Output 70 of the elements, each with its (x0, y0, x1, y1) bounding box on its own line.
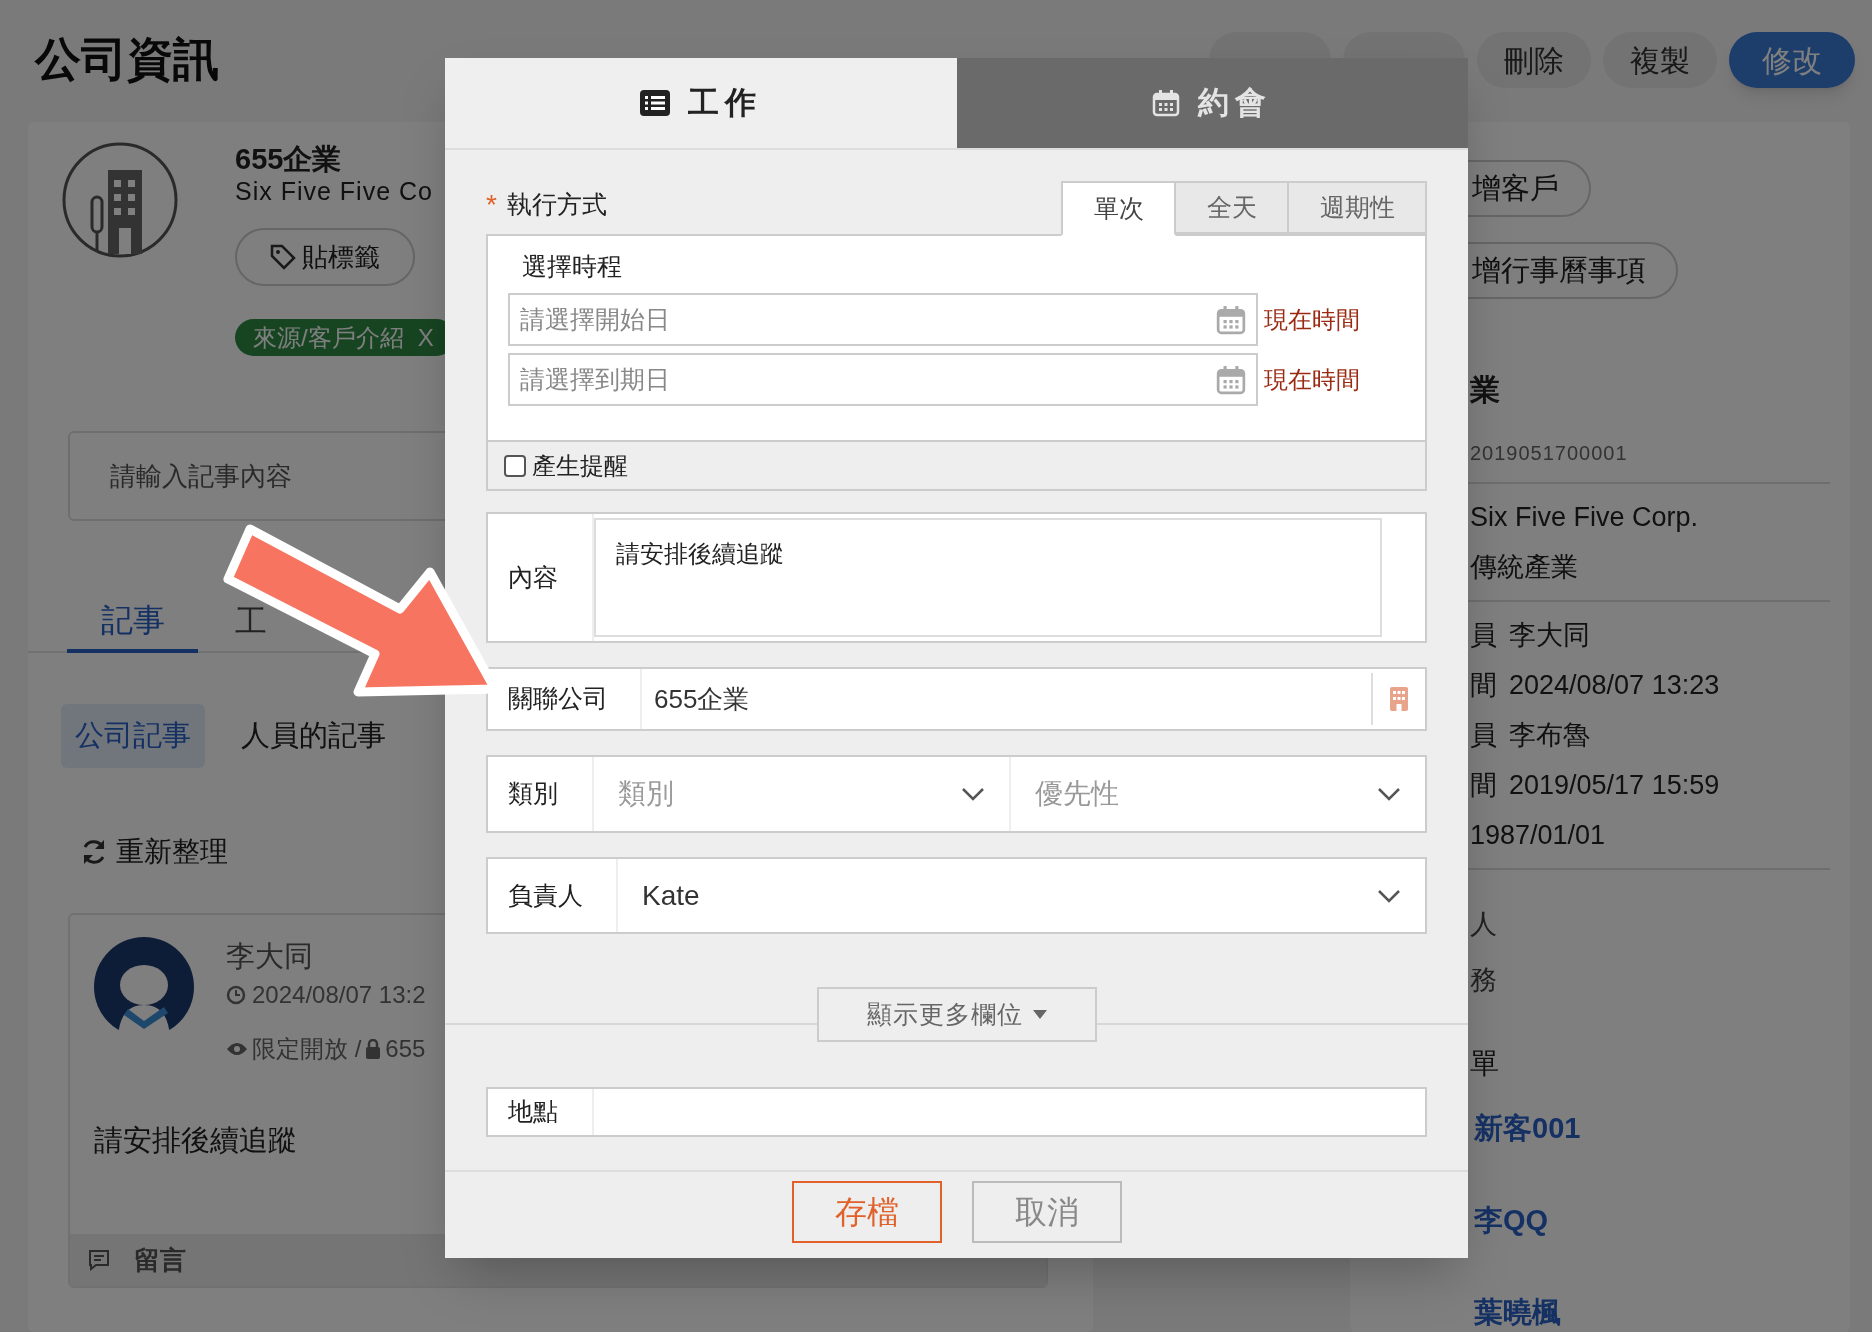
company-english-name: Six Five Five Co (235, 176, 434, 206)
clock-icon (226, 985, 246, 1005)
field-label: 內容 (488, 514, 594, 641)
contact-link[interactable]: 李QQ (1474, 1201, 1830, 1238)
contact-link[interactable]: 葉曉楓 (1474, 1293, 1830, 1330)
field-label: 員 (1470, 619, 1497, 652)
now-link[interactable]: 現在時間 (1264, 301, 1360, 338)
field-value: 2024/08/07 13:23 (1509, 669, 1720, 702)
field-value: 1987/01/01 (1470, 819, 1606, 852)
refresh-button[interactable]: 重新整理 (80, 831, 228, 873)
section-label: 務 (1470, 964, 1498, 997)
company-title: 業 (1469, 372, 1501, 408)
checkbox-label: 產生提醒 (532, 450, 628, 481)
dialog-tab[interactable]: 工作 (445, 58, 957, 148)
tab[interactable]: 記事 (67, 591, 198, 653)
caret-icon (1032, 1010, 1047, 1019)
contact-link[interactable]: 新客001 (1474, 1109, 1830, 1146)
more-fields-button[interactable]: 顯示更多欄位 (816, 987, 1097, 1042)
field-label: 間 (1470, 669, 1497, 702)
sub-tab[interactable]: 公司記事 (61, 704, 205, 768)
date-input[interactable]: 請選擇到期日 (508, 353, 1258, 406)
field-label: 員 (1470, 719, 1497, 752)
note-time: 2024/08/07 13:2 (252, 980, 426, 1010)
tag-icon (270, 244, 296, 270)
content-textarea[interactable]: 請安排後續追蹤 (594, 518, 1382, 637)
field-value: 李布魯 (1509, 719, 1590, 752)
checkbox[interactable] (504, 454, 526, 477)
section-label: 人 (1470, 908, 1498, 941)
page-title: 公司資訊 (35, 36, 219, 82)
field-value: Six Five Five Corp. (1470, 501, 1699, 534)
eye-icon (226, 1041, 248, 1057)
remove-tag-button[interactable]: X (417, 319, 434, 356)
header-button[interactable]: 刪除 (1477, 32, 1591, 88)
field-value: 傳統產業 (1470, 551, 1578, 584)
field-label: 執行方式 (506, 188, 607, 220)
mode-tab[interactable]: 單次 (1061, 181, 1176, 236)
required-mark: * (486, 187, 497, 222)
mode-tab[interactable]: 全天 (1174, 181, 1289, 234)
tag-button[interactable]: 貼標籤 (235, 228, 415, 286)
field-label: 間 (1470, 769, 1497, 802)
calendar-icon (1216, 304, 1246, 335)
field-value: 李大同 (1509, 619, 1590, 652)
comment-icon (88, 1249, 110, 1271)
tab[interactable]: 工 (235, 603, 267, 639)
company-name: 655企業 (235, 142, 343, 176)
note-company: 655 (385, 1034, 426, 1064)
lock-icon (365, 1039, 382, 1059)
date-input[interactable]: 請選擇開始日 (508, 293, 1258, 346)
edit-button[interactable]: 修改 (1729, 32, 1855, 88)
visibility-label: 限定開放 / (252, 1034, 362, 1064)
sub-tab[interactable]: 人員的記事 (227, 704, 400, 768)
list-icon (639, 90, 670, 116)
dialog-tab[interactable]: 約會 (956, 58, 1468, 148)
company-code: 2019051700001 (1469, 441, 1629, 466)
tag-label: 來源/客戶介紹 (253, 322, 404, 353)
comment-button[interactable]: 留言 (134, 1240, 186, 1280)
now-link[interactable]: 現在時間 (1264, 361, 1360, 398)
header-button[interactable]: 複製 (1603, 32, 1717, 88)
user-avatar-icon (94, 937, 194, 1037)
save-button[interactable]: 存檔 (791, 1181, 942, 1243)
section-title: 選擇時程 (522, 251, 623, 282)
calendar-icon (1216, 364, 1246, 395)
section-title: 單 (1469, 1046, 1500, 1081)
company-avatar-icon (62, 142, 178, 258)
calendar-icon (1152, 89, 1181, 117)
note-content: 請安排後續追蹤 (94, 1123, 298, 1158)
field-value: 2019/05/17 15:59 (1509, 769, 1720, 802)
author-name: 李大同 (226, 939, 314, 973)
mode-tab[interactable]: 週期性 (1287, 181, 1427, 234)
cancel-button[interactable]: 取消 (971, 1181, 1122, 1243)
